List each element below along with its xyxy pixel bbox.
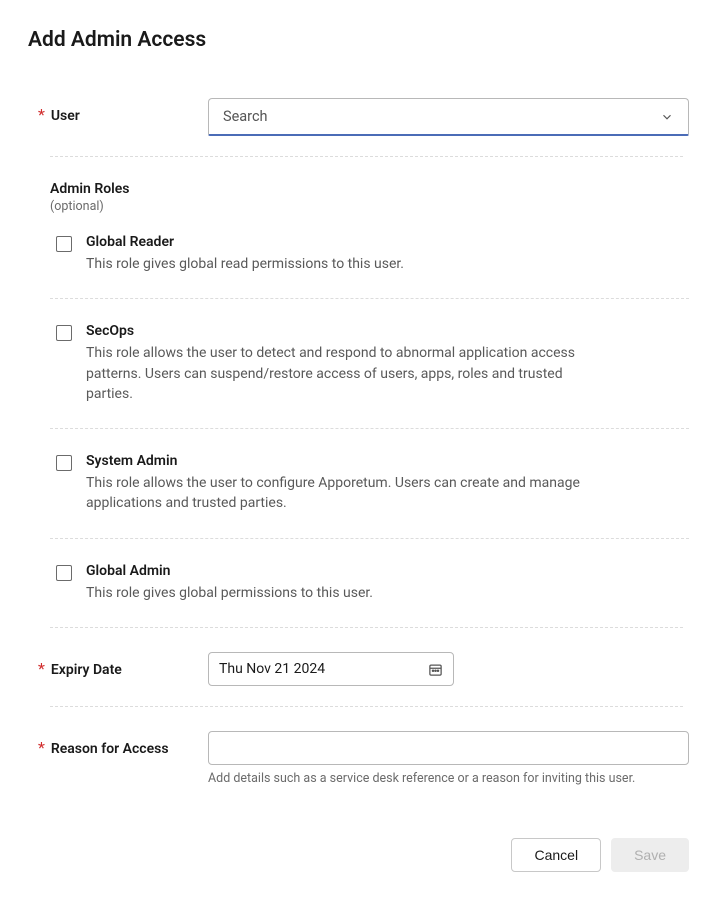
role-name: Global Reader	[86, 234, 606, 250]
user-select[interactable]: Search	[208, 98, 689, 136]
role-description: This role allows the user to configure A…	[86, 473, 606, 514]
divider	[50, 428, 689, 429]
expiry-label: Expiry Date	[51, 662, 122, 678]
required-indicator: *	[38, 105, 45, 124]
divider	[50, 706, 683, 707]
required-indicator: *	[38, 659, 45, 678]
reason-input[interactable]	[208, 731, 689, 765]
page-title: Add Admin Access	[28, 28, 693, 52]
chevron-down-icon	[660, 110, 674, 124]
role-checkbox[interactable]	[56, 236, 72, 252]
role-item-global-reader: Global Reader This role gives global rea…	[50, 232, 689, 276]
divider	[50, 627, 683, 628]
divider	[50, 298, 689, 299]
expiry-date-input[interactable]: Thu Nov 21 2024	[208, 652, 454, 686]
role-description: This role allows the user to detect and …	[86, 343, 606, 404]
user-field-row: * User Search	[28, 98, 693, 136]
divider	[50, 538, 689, 539]
role-description: This role gives global read permissions …	[86, 254, 606, 274]
role-item-global-admin: Global Admin This role gives global perm…	[50, 561, 689, 605]
expiry-field-row: * Expiry Date Thu Nov 21 2024	[28, 652, 693, 686]
role-checkbox[interactable]	[56, 455, 72, 471]
save-button[interactable]: Save	[611, 838, 689, 872]
user-label: User	[51, 108, 80, 124]
add-admin-access-modal: Add Admin Access * User Search Admin Rol…	[0, 0, 721, 905]
reason-field-row: * Reason for Access Add details such as …	[28, 731, 693, 786]
required-indicator: *	[38, 738, 45, 757]
role-name: System Admin	[86, 453, 606, 469]
expiry-date-value: Thu Nov 21 2024	[219, 661, 325, 677]
role-description: This role gives global permissions to th…	[86, 583, 606, 603]
role-item-system-admin: System Admin This role allows the user t…	[50, 451, 689, 516]
admin-roles-section: Admin Roles (optional) Global Reader Thi…	[28, 181, 693, 605]
role-name: SecOps	[86, 323, 606, 339]
role-name: Global Admin	[86, 563, 606, 579]
reason-helper-text: Add details such as a service desk refer…	[208, 771, 689, 786]
roles-section-title: Admin Roles	[50, 181, 689, 197]
user-select-placeholder: Search	[223, 108, 268, 125]
calendar-icon	[428, 662, 443, 677]
button-row: Cancel Save	[28, 838, 693, 872]
reason-label: Reason for Access	[51, 741, 169, 757]
role-checkbox[interactable]	[56, 325, 72, 341]
divider	[50, 156, 683, 157]
role-item-secops: SecOps This role allows the user to dete…	[50, 321, 689, 406]
role-checkbox[interactable]	[56, 565, 72, 581]
roles-optional-label: (optional)	[50, 199, 689, 214]
cancel-button[interactable]: Cancel	[511, 838, 601, 872]
